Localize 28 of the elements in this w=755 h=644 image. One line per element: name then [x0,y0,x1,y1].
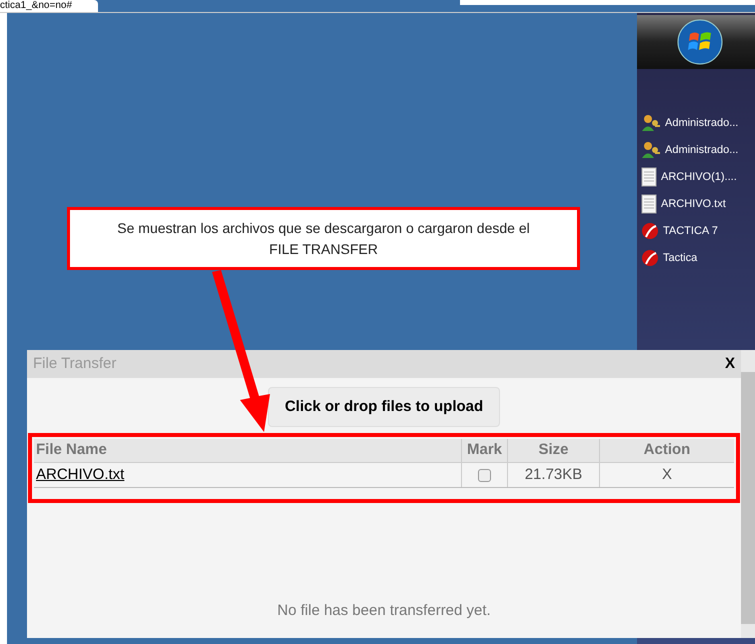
dialog-title: File Transfer [33,354,116,374]
document-icon [641,194,657,214]
desktop-item-label[interactable]: Tactica [663,250,698,266]
ball-icon [641,249,659,267]
column-header: Mark [461,439,507,463]
scrollbar[interactable] [741,350,755,638]
empty-message: No file has been transferred yet. [277,600,491,620]
column-header: Action [599,439,734,463]
upload-button[interactable]: Click or drop files to upload [268,387,500,427]
mark-checkbox[interactable] [478,468,491,482]
start-orb-icon[interactable] [676,18,724,66]
browser-tab[interactable]: ctica1_&no=no# [0,0,98,12]
table-cell: 21.73KB [507,463,599,487]
close-button[interactable]: X [724,352,735,376]
user-key-icon [641,113,661,133]
file-link[interactable]: ARCHIVO.txt [36,464,124,486]
table-cell[interactable]: X [599,463,734,487]
callout-text: Se muestran los archivos que se descargaron o cargaron desde el FILE TRANSFER [116,218,531,258]
desktop-item-label[interactable]: ARCHIVO.txt [661,196,726,212]
column-header: Size [507,439,599,463]
user-key-icon [641,140,661,160]
document-icon [641,167,657,187]
desktop-item-label[interactable]: Administrado... [665,142,738,158]
desktop-item-label[interactable]: ARCHIVO(1).... [661,168,737,186]
ball-icon [641,222,659,240]
desktop-item-label[interactable]: TACTICA 7 [663,222,718,240]
column-header: File Name [34,439,461,463]
desktop-item-label[interactable]: Administrado... [665,114,738,132]
